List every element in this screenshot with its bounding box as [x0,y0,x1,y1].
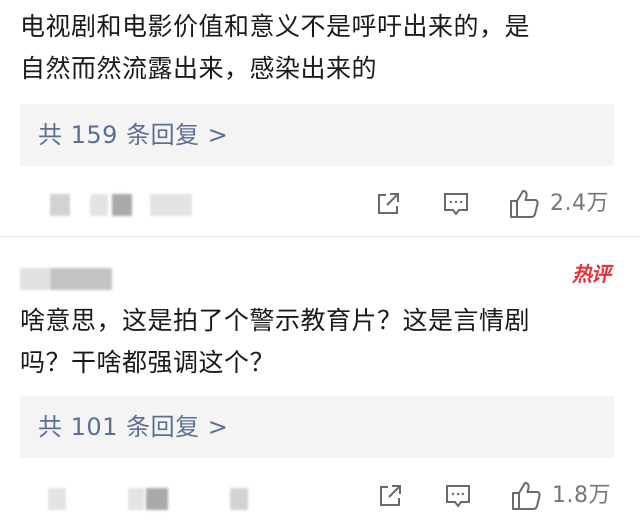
comment-footer-2: 1.8万 [0,476,640,516]
blurred-info [146,488,168,510]
blurred-info [230,488,248,510]
share-icon[interactable] [374,190,402,218]
hot-comment-badge: 热评 [572,262,611,286]
comment-icon[interactable] [444,483,472,509]
comment-line: 吗？干啥都强调这个？ [20,348,276,377]
blurred-info [50,268,112,290]
reply-box-1: 共 159 条回复 > [20,104,614,166]
comment-body-2: 啥意思，这是拍了个警示教育片？这是言情剧 吗？干啥都强调这个？ [20,300,626,384]
comment-footer-1: 2.4万 [0,184,640,224]
blurred-info [90,194,108,216]
blurred-info [112,194,132,216]
blurred-info [150,194,192,216]
view-replies-link[interactable]: 共 159 条回复 > [38,104,228,166]
blurred-info [128,488,144,510]
comment-line: 啥意思，这是拍了个警示教育片？这是言情剧 [20,306,531,335]
blurred-username[interactable] [20,268,112,290]
share-icon[interactable] [376,482,404,510]
thumbs-up-icon[interactable] [508,188,540,220]
blurred-info [20,268,50,290]
comment-line: 电视剧和电影价值和意义不是呼吁出来的，是 [20,12,531,41]
view-replies-link[interactable]: 共 101 条回复 > [38,396,228,458]
like-count: 2.4万 [550,191,609,216]
like-count: 1.8万 [552,483,611,508]
comment-body-1: 电视剧和电影价值和意义不是呼吁出来的，是 自然而然流露出来，感染出来的 [20,6,626,90]
comment-icon[interactable] [442,191,470,217]
reply-box-2: 共 101 条回复 > [20,396,614,458]
comment-divider [0,236,640,237]
blurred-info [48,488,66,510]
thumbs-up-icon[interactable] [510,480,542,512]
blurred-info [50,194,70,216]
comment-line: 自然而然流露出来，感染出来的 [20,54,378,83]
